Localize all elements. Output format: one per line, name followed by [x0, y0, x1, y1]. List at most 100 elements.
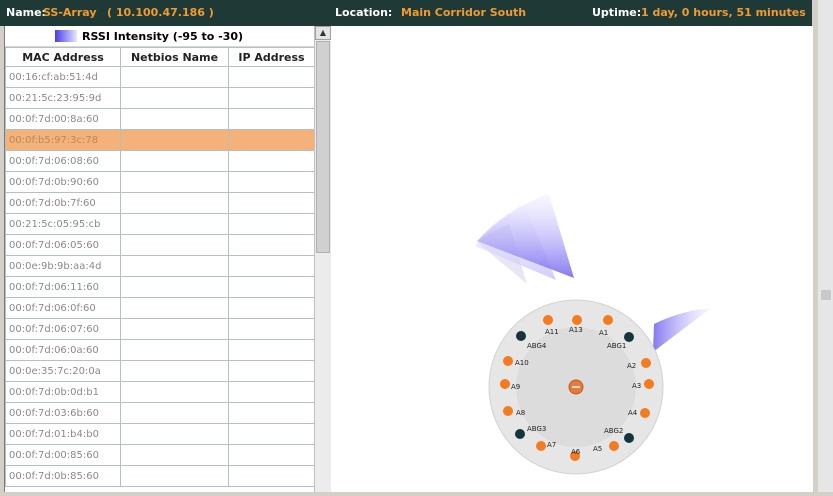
table-row[interactable]: 00:16:cf:ab:51:4d — [5, 66, 314, 88]
array-ip: ( 10.100.47.186 ) — [107, 6, 214, 19]
table-row[interactable]: 00:0f:b5:97:3c:78 — [5, 129, 314, 151]
scrollbar-thumb[interactable] — [316, 41, 330, 253]
table-row[interactable]: 00:0f:7d:00:85:60 — [5, 444, 314, 466]
netbios-name-cell — [120, 297, 229, 319]
scroll-up-arrow-icon[interactable]: ▲ — [315, 26, 331, 40]
antenna-a11-dot[interactable] — [543, 315, 553, 325]
list-scrollbar[interactable]: ▲ — [314, 26, 332, 492]
table-row[interactable]: 00:0f:7d:06:0a:60 — [5, 339, 314, 361]
station-table: MAC Address Netbios Name IP Address 00:1… — [5, 47, 314, 487]
table-row[interactable]: 00:0e:9b:9b:aa:4d — [5, 255, 314, 277]
table-row[interactable]: 00:0f:7d:01:b4:b0 — [5, 423, 314, 445]
table-row[interactable]: 00:0f:7d:06:07:60 — [5, 318, 314, 340]
mac-address-cell: 00:0f:7d:0b:85:60 — [5, 465, 121, 487]
ip-address-cell — [228, 192, 314, 214]
mac-address-cell: 00:21:5c:23:95:9d — [5, 87, 121, 109]
table-row[interactable]: 00:0f:7d:0b:7f:60 — [5, 192, 314, 214]
window-scrollbar-thumb[interactable] — [821, 290, 831, 300]
table-row[interactable]: 00:0f:7d:03:6b:60 — [5, 402, 314, 424]
netbios-name-cell — [120, 87, 229, 109]
netbios-name-cell — [120, 213, 229, 235]
table-row[interactable]: 00:21:5c:23:95:9d — [5, 87, 314, 109]
antenna-abg4-dot[interactable] — [516, 331, 526, 341]
table-row[interactable]: 00:0f:7d:00:8a:60 — [5, 108, 314, 130]
antenna-a10-dot[interactable] — [503, 356, 513, 366]
netbios-name-cell — [120, 171, 229, 193]
rssi-value-3: -77 — [673, 342, 689, 353]
antenna-abg1-dot[interactable] — [624, 332, 634, 342]
netbios-name-cell — [120, 339, 229, 361]
ip-address-cell — [228, 66, 314, 88]
name-label: Name: — [6, 6, 46, 19]
table-row[interactable]: 00:0f:7d:06:0f:60 — [5, 297, 314, 319]
window-scrollbar[interactable] — [818, 0, 833, 492]
antenna-label: ABG1 — [607, 342, 626, 350]
uptime-label: Uptime: — [592, 6, 642, 19]
antenna-label: A1 — [599, 329, 608, 337]
antenna-label: ABG3 — [527, 425, 546, 433]
ip-address-cell — [228, 465, 314, 487]
antenna-abg2-dot[interactable] — [624, 433, 634, 443]
ip-address-cell — [228, 402, 314, 424]
antenna-a13-dot[interactable] — [572, 315, 582, 325]
table-row[interactable]: 00:0f:7d:0b:0d:b1 — [5, 381, 314, 403]
antenna-abg3-dot[interactable] — [515, 429, 525, 439]
mac-address-cell: 00:16:cf:ab:51:4d — [5, 66, 121, 88]
column-header-mac[interactable]: MAC Address — [5, 47, 121, 67]
column-header-ip[interactable]: IP Address — [228, 47, 314, 67]
mac-address-cell: 00:0f:7d:01:b4:b0 — [5, 423, 121, 445]
antenna-label: A5 — [593, 445, 602, 453]
table-row[interactable]: 00:0e:35:7c:20:0a — [5, 360, 314, 382]
mac-address-cell: 00:0f:7d:03:6b:60 — [5, 402, 121, 424]
netbios-name-cell — [120, 444, 229, 466]
rssi-gradient-swatch — [55, 30, 77, 42]
table-row[interactable]: 00:0f:7d:06:05:60 — [5, 234, 314, 256]
netbios-name-cell — [120, 423, 229, 445]
mac-address-cell: 00:0f:7d:06:11:60 — [5, 276, 121, 298]
antenna-a2-dot[interactable] — [641, 358, 651, 368]
ip-address-cell — [228, 213, 314, 235]
mac-address-cell: 00:0f:b5:97:3c:78 — [5, 129, 121, 151]
column-header-netbios[interactable]: Netbios Name — [120, 47, 229, 67]
netbios-name-cell — [120, 234, 229, 256]
mac-address-cell: 00:0f:7d:06:0f:60 — [5, 297, 121, 319]
mac-address-cell: 00:0f:7d:0b:90:60 — [5, 171, 121, 193]
antenna-a9-dot[interactable] — [500, 379, 510, 389]
antenna-label: ABG4 — [527, 342, 547, 350]
antenna-a3-dot[interactable] — [644, 379, 654, 389]
antenna-a7-dot[interactable] — [536, 441, 546, 451]
table-row[interactable]: 00:21:5c:05:95:cb — [5, 213, 314, 235]
location-label: Location: — [335, 6, 393, 19]
antenna-a4-dot[interactable] — [640, 408, 650, 418]
antenna-label: ABG2 — [604, 427, 623, 435]
station-list-panel: RSSI Intensity (-95 to -30) MAC Address … — [5, 26, 314, 492]
table-row[interactable]: 00:0f:7d:0b:90:60 — [5, 171, 314, 193]
netbios-name-cell — [120, 381, 229, 403]
table-row[interactable]: 00:0f:7d:0b:85:60 — [5, 465, 314, 487]
mac-address-cell: 00:0f:7d:06:08:60 — [5, 150, 121, 172]
antenna-a8-dot[interactable] — [503, 406, 513, 416]
table-row[interactable]: 00:0f:7d:06:08:60 — [5, 150, 314, 172]
ip-address-cell — [228, 360, 314, 382]
netbios-name-cell — [120, 402, 229, 424]
antenna-label: A8 — [516, 409, 525, 417]
antenna-label: A11 — [545, 328, 559, 336]
ip-address-cell — [228, 234, 314, 256]
rssi-legend: RSSI Intensity (-95 to -30) — [5, 26, 314, 47]
table-row[interactable]: 00:0f:7d:06:11:60 — [5, 276, 314, 298]
ip-address-cell — [228, 255, 314, 277]
antenna-label: A3 — [632, 382, 641, 390]
mac-address-cell: 00:0f:7d:0b:7f:60 — [5, 192, 121, 214]
rssi-legend-label: RSSI Intensity (-95 to -30) — [82, 30, 244, 43]
mac-address-cell: 00:0f:7d:06:07:60 — [5, 318, 121, 340]
array-radar-panel: -77 -89 -77 A13 A1 ABG1 A2 A3 A4 ABG2 A5 A6 A7 ABG… — [331, 26, 813, 492]
rssi-value-1: -77 — [523, 278, 539, 289]
mac-address-cell: 00:0f:7d:06:0a:60 — [5, 339, 121, 361]
antenna-a5-dot[interactable] — [609, 441, 619, 451]
antenna-a1-dot[interactable] — [603, 315, 613, 325]
antenna-label: A9 — [511, 383, 520, 391]
table-header-row: MAC Address Netbios Name IP Address — [5, 47, 314, 67]
netbios-name-cell — [120, 255, 229, 277]
antenna-label: A6 — [571, 448, 581, 456]
mac-address-cell: 00:0f:7d:00:85:60 — [5, 444, 121, 466]
